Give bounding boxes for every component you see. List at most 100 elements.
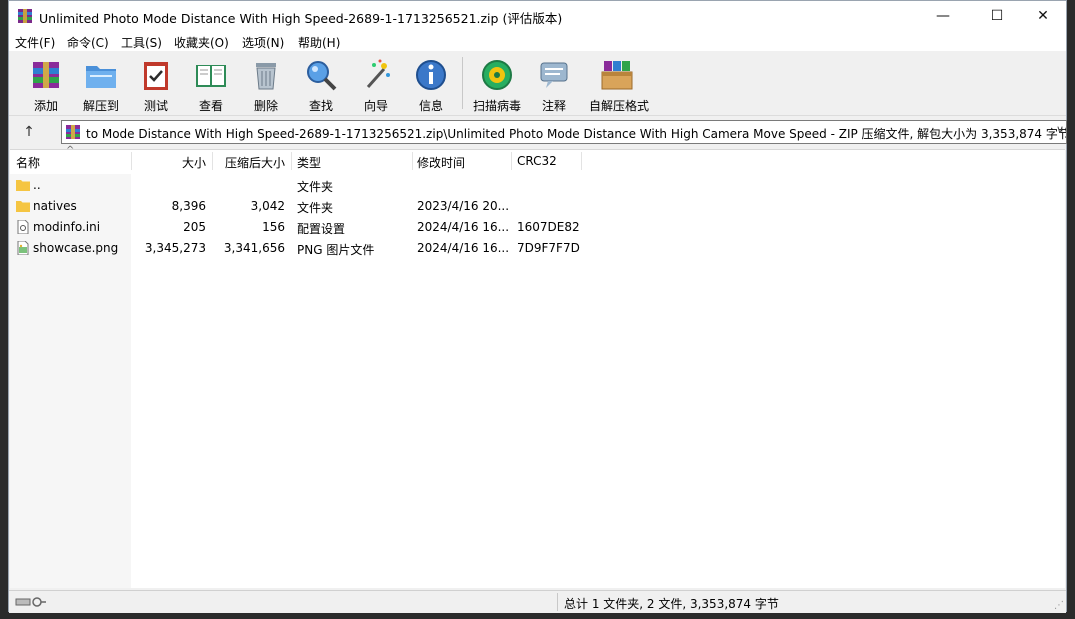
file-size: 205 [183, 220, 206, 234]
folder-icon [16, 201, 30, 212]
test-clipboard-icon [144, 62, 168, 90]
file-size: 8,396 [171, 199, 206, 213]
header-crc[interactable]: CRC32 [517, 154, 557, 168]
up-level-button[interactable]: ↑ [19, 122, 39, 142]
file-crc: 1607DE82 [517, 220, 580, 234]
info-button[interactable]: 信息 [403, 55, 459, 113]
folder-extract-icon [86, 66, 116, 88]
header-packed[interactable]: 压缩后大小 [213, 154, 285, 171]
trash-icon [256, 63, 276, 90]
file-packed-size: 156 [262, 220, 285, 234]
file-size: 3,345,273 [144, 241, 206, 255]
menu-file[interactable]: 文件(F) [15, 34, 55, 51]
sfx-label: 自解压格式 [589, 99, 650, 113]
file-name: .. [33, 178, 41, 192]
status-divider [557, 593, 558, 611]
toolbar: 添加 解压到 测试 查看 删除 查找 向导 信息 扫描病毒 注释 自解压格式 [9, 51, 1066, 116]
sfx-button[interactable]: 自解压格式 [589, 55, 650, 113]
sort-ascending-icon: ^ [66, 145, 75, 156]
archive-path-icon [66, 125, 80, 139]
file-modified: 2024/4/16 16... [417, 241, 510, 255]
list-header: 名称 ^ 大小 压缩后大小 类型 修改时间 CRC32 [10, 145, 1065, 172]
winrar-app-icon[interactable] [17, 8, 33, 24]
virus-scan-button[interactable]: 扫描病毒 [469, 55, 525, 113]
test-button[interactable]: 测试 [128, 55, 184, 113]
file-crc: 7D9F7F7D [517, 241, 580, 255]
find-label: 查找 [308, 99, 333, 113]
title-bar[interactable]: Unlimited Photo Mode Distance With High … [9, 1, 1066, 31]
file-type: PNG 图片文件 [297, 243, 375, 257]
view-book-icon [196, 65, 226, 87]
archive-add-icon [33, 62, 59, 88]
menu-help[interactable]: 帮助(H) [298, 34, 340, 51]
file-name: natives [33, 199, 77, 213]
file-name: showcase.png [33, 241, 119, 255]
header-divider[interactable] [511, 152, 512, 170]
file-type: 文件夹 [297, 201, 334, 215]
file-packed-size: 3,042 [250, 199, 285, 213]
header-divider[interactable] [581, 152, 582, 170]
window-title: Unlimited Photo Mode Distance With High … [39, 11, 563, 26]
header-divider[interactable] [412, 152, 413, 170]
drive-key-icon[interactable] [15, 595, 47, 609]
file-packed-size: 3,341,656 [223, 241, 285, 255]
header-modified[interactable]: 修改时间 [417, 154, 465, 171]
image-file-icon [17, 241, 29, 255]
wizard-button[interactable]: 向导 [348, 55, 404, 113]
comment-button[interactable]: 注释 [526, 55, 582, 113]
resize-grip-icon[interactable]: ⋰ [1054, 600, 1064, 611]
file-list[interactable]: 名称 ^ 大小 压缩后大小 类型 修改时间 CRC32 .. 文件夹 nativ… [10, 145, 1065, 588]
delete-label: 删除 [253, 99, 278, 113]
list-item[interactable]: showcase.png 3,345,273 3,341,656 PNG 图片文… [10, 238, 1065, 259]
list-item[interactable]: modinfo.ini 205 156 配置设置 2024/4/16 16...… [10, 217, 1065, 238]
file-type: 文件夹 [297, 180, 334, 194]
list-item[interactable]: .. 文件夹 [10, 175, 1065, 196]
find-button[interactable]: 查找 [293, 55, 349, 113]
chevron-down-icon[interactable]: ∨ [1056, 123, 1064, 136]
file-modified: 2023/4/16 20... [417, 199, 510, 213]
winrar-window: Unlimited Photo Mode Distance With High … [8, 0, 1067, 613]
menu-favorites[interactable]: 收藏夹(O) [174, 34, 229, 51]
wizard-wand-icon [366, 59, 390, 88]
close-button[interactable]: ✕ [1020, 1, 1066, 31]
view-button[interactable]: 查看 [183, 55, 239, 113]
add-button[interactable]: 添加 [18, 55, 74, 113]
file-type: 配置设置 [297, 222, 346, 236]
menu-tools[interactable]: 工具(S) [121, 34, 162, 51]
extract-to-label: 解压到 [82, 99, 119, 113]
file-name: modinfo.ini [33, 220, 101, 234]
address-path: to Mode Distance With High Speed-2689-1-… [86, 127, 1067, 141]
folder-icon [16, 180, 30, 191]
menu-bar: 文件(F) 命令(C) 工具(S) 收藏夹(O) 选项(N) 帮助(H) [9, 31, 1066, 51]
info-icon [416, 60, 446, 90]
sfx-box-icon [601, 61, 633, 90]
test-label: 测试 [143, 99, 168, 113]
extract-to-button[interactable]: 解压到 [73, 55, 129, 113]
virus-scan-icon [482, 60, 512, 90]
menu-commands[interactable]: 命令(C) [67, 34, 109, 51]
header-divider[interactable] [291, 152, 292, 170]
comment-label: 注释 [541, 99, 566, 113]
file-modified: 2024/4/16 16... [417, 220, 510, 234]
minimize-button[interactable]: — [920, 1, 966, 31]
toolbar-separator [462, 57, 463, 109]
list-item[interactable]: natives 8,396 3,042 文件夹 2023/4/16 20... [10, 196, 1065, 217]
address-bar: ↑ to Mode Distance With High Speed-2689-… [9, 116, 1067, 148]
delete-button[interactable]: 删除 [238, 55, 294, 113]
header-type[interactable]: 类型 [297, 154, 321, 171]
virus-scan-label: 扫描病毒 [472, 99, 521, 113]
view-label: 查看 [198, 99, 223, 113]
add-label: 添加 [33, 99, 58, 113]
comment-icon [540, 62, 568, 88]
menu-options[interactable]: 选项(N) [242, 34, 284, 51]
header-size[interactable]: 大小 [132, 154, 206, 171]
magnifier-icon [307, 61, 337, 91]
status-bar: 总计 1 文件夹, 2 文件, 3,353,874 字节 ⋰ [9, 590, 1066, 613]
header-name[interactable]: 名称 [16, 154, 40, 171]
info-label: 信息 [418, 99, 443, 113]
status-summary: 总计 1 文件夹, 2 文件, 3,353,874 字节 [564, 597, 779, 611]
ini-file-icon [17, 220, 29, 234]
maximize-button[interactable]: ☐ [974, 1, 1020, 31]
address-field[interactable]: to Mode Distance With High Speed-2689-1-… [61, 120, 1067, 144]
wizard-label: 向导 [363, 99, 388, 113]
